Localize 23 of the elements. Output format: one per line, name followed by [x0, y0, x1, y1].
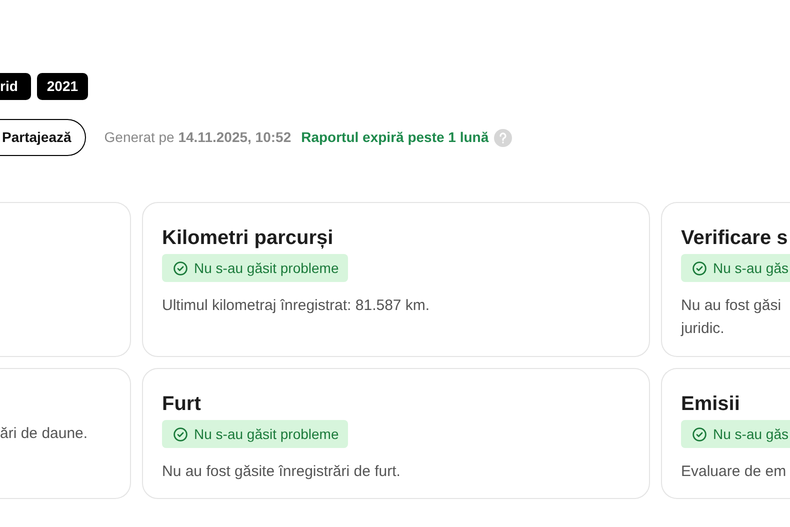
card-description: Evaluare de em: [681, 462, 788, 482]
card-title: Emisii: [681, 392, 741, 417]
card-description: Ultimul kilometraj înregistrat: 81.587 km.: [162, 296, 431, 316]
card-description: ări de daune.: [0, 424, 89, 444]
status-badge: Nu s-au găs: [681, 254, 790, 282]
check-circle-icon: [692, 426, 707, 442]
check-circle-icon: [692, 260, 707, 276]
check-circle-icon: [173, 260, 188, 276]
tag: 2021: [36, 73, 88, 100]
card-title: Verificare s: [681, 226, 789, 251]
expiry-notice: Raportul expiră peste 1 lună: [301, 128, 489, 147]
share-button[interactable]: Partajează: [0, 119, 86, 156]
card-description: Nu au fost găsi juridic.: [681, 296, 782, 338]
check-circle-icon: [173, 426, 188, 442]
status-badge: Nu s-au găsit probleme: [162, 420, 348, 448]
card-title: Furt: [162, 392, 202, 417]
generated-date: Generat pe 14.11.2025, 10:52: [104, 128, 292, 147]
card-description: Nu au fost găsite înregistrări de furt.: [162, 462, 402, 482]
help-icon[interactable]: [494, 128, 512, 146]
card-title: Kilometri parcurși: [162, 226, 334, 251]
tag: rid: [0, 73, 31, 100]
status-badge: Nu s-au găs: [681, 420, 790, 448]
status-badge: Nu s-au găsit probleme: [162, 254, 348, 282]
